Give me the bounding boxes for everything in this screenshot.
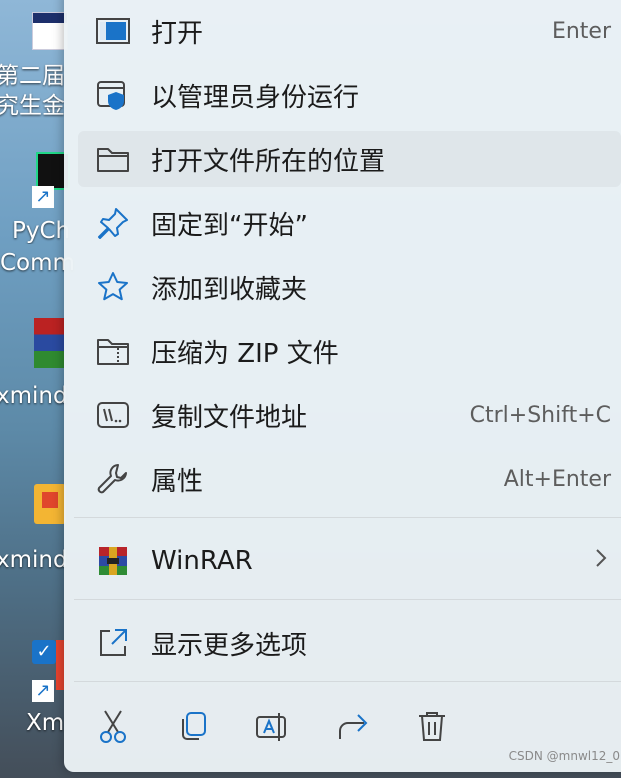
- menu-item-label: 属性: [151, 466, 204, 497]
- menu-item-open-file-location[interactable]: 打开文件所在的位置: [78, 131, 621, 187]
- menu-item-label: 以管理员身份运行: [151, 82, 360, 113]
- winrar-archive-icon[interactable]: [34, 318, 64, 368]
- menu-item-compress-zip[interactable]: 压缩为 ZIP 文件: [64, 323, 621, 379]
- menu-divider: [74, 599, 621, 600]
- folder-icon: [94, 140, 132, 178]
- chevron-right-icon: [595, 548, 607, 574]
- menu-item-label: 复制文件地址: [151, 402, 308, 433]
- folder-app-icon[interactable]: [34, 484, 66, 524]
- copy-path-icon: [94, 396, 132, 434]
- checkbox-selected-icon[interactable]: ✓: [32, 640, 56, 664]
- menu-item-label: 显示更多选项: [151, 630, 308, 661]
- show-more-icon: [94, 624, 132, 662]
- menu-item-open[interactable]: 打开 Enter: [64, 3, 621, 59]
- shortcut-arrow-icon: ↗: [32, 680, 54, 702]
- menu-item-label: 压缩为 ZIP 文件: [151, 338, 339, 369]
- shortcut-text: Ctrl+Shift+C: [469, 402, 611, 428]
- menu-item-label: 打开文件所在的位置: [151, 146, 386, 177]
- menu-item-run-as-admin[interactable]: 以管理员身份运行: [64, 67, 621, 123]
- shortcut-arrow-icon: ↗: [32, 186, 54, 208]
- admin-shield-icon: [94, 76, 132, 114]
- delete-icon[interactable]: [408, 702, 456, 750]
- menu-item-copy-as-path[interactable]: 复制文件地址 Ctrl+Shift+C: [64, 387, 621, 443]
- shortcut-text: Enter: [551, 18, 611, 44]
- menu-item-show-more-options[interactable]: 显示更多选项: [64, 615, 621, 671]
- star-icon: [94, 268, 132, 306]
- context-menu: 打开 Enter 以管理员身份运行 打开文件所在的位置 固定到“开始” 添加到收…: [64, 0, 621, 772]
- wrench-icon: [94, 460, 132, 498]
- copy-icon[interactable]: [168, 702, 216, 750]
- share-icon[interactable]: [328, 702, 376, 750]
- winrar-icon: [94, 542, 132, 580]
- menu-item-label: 打开: [151, 18, 204, 49]
- rename-icon[interactable]: [248, 702, 296, 750]
- menu-item-label: 添加到收藏夹: [151, 274, 308, 305]
- menu-item-label: 固定到“开始”: [151, 210, 308, 241]
- shortcut-text: Alt+Enter: [503, 466, 611, 492]
- menu-item-winrar[interactable]: WinRAR: [64, 533, 621, 589]
- watermark-text: CSDN @mnwl12_0: [508, 749, 620, 763]
- menu-item-properties[interactable]: 属性 Alt+Enter: [64, 451, 621, 507]
- pin-icon: [94, 204, 132, 242]
- menu-item-label: WinRAR: [151, 546, 253, 576]
- cut-icon[interactable]: [89, 702, 137, 750]
- document-thumbnail-icon[interactable]: [32, 12, 68, 50]
- menu-divider: [74, 681, 621, 682]
- menu-item-pin-to-start[interactable]: 固定到“开始”: [64, 195, 621, 251]
- menu-item-add-to-favorites[interactable]: 添加到收藏夹: [64, 259, 621, 315]
- zip-folder-icon: [94, 332, 132, 370]
- menu-divider: [74, 517, 621, 518]
- open-window-icon: [94, 12, 132, 50]
